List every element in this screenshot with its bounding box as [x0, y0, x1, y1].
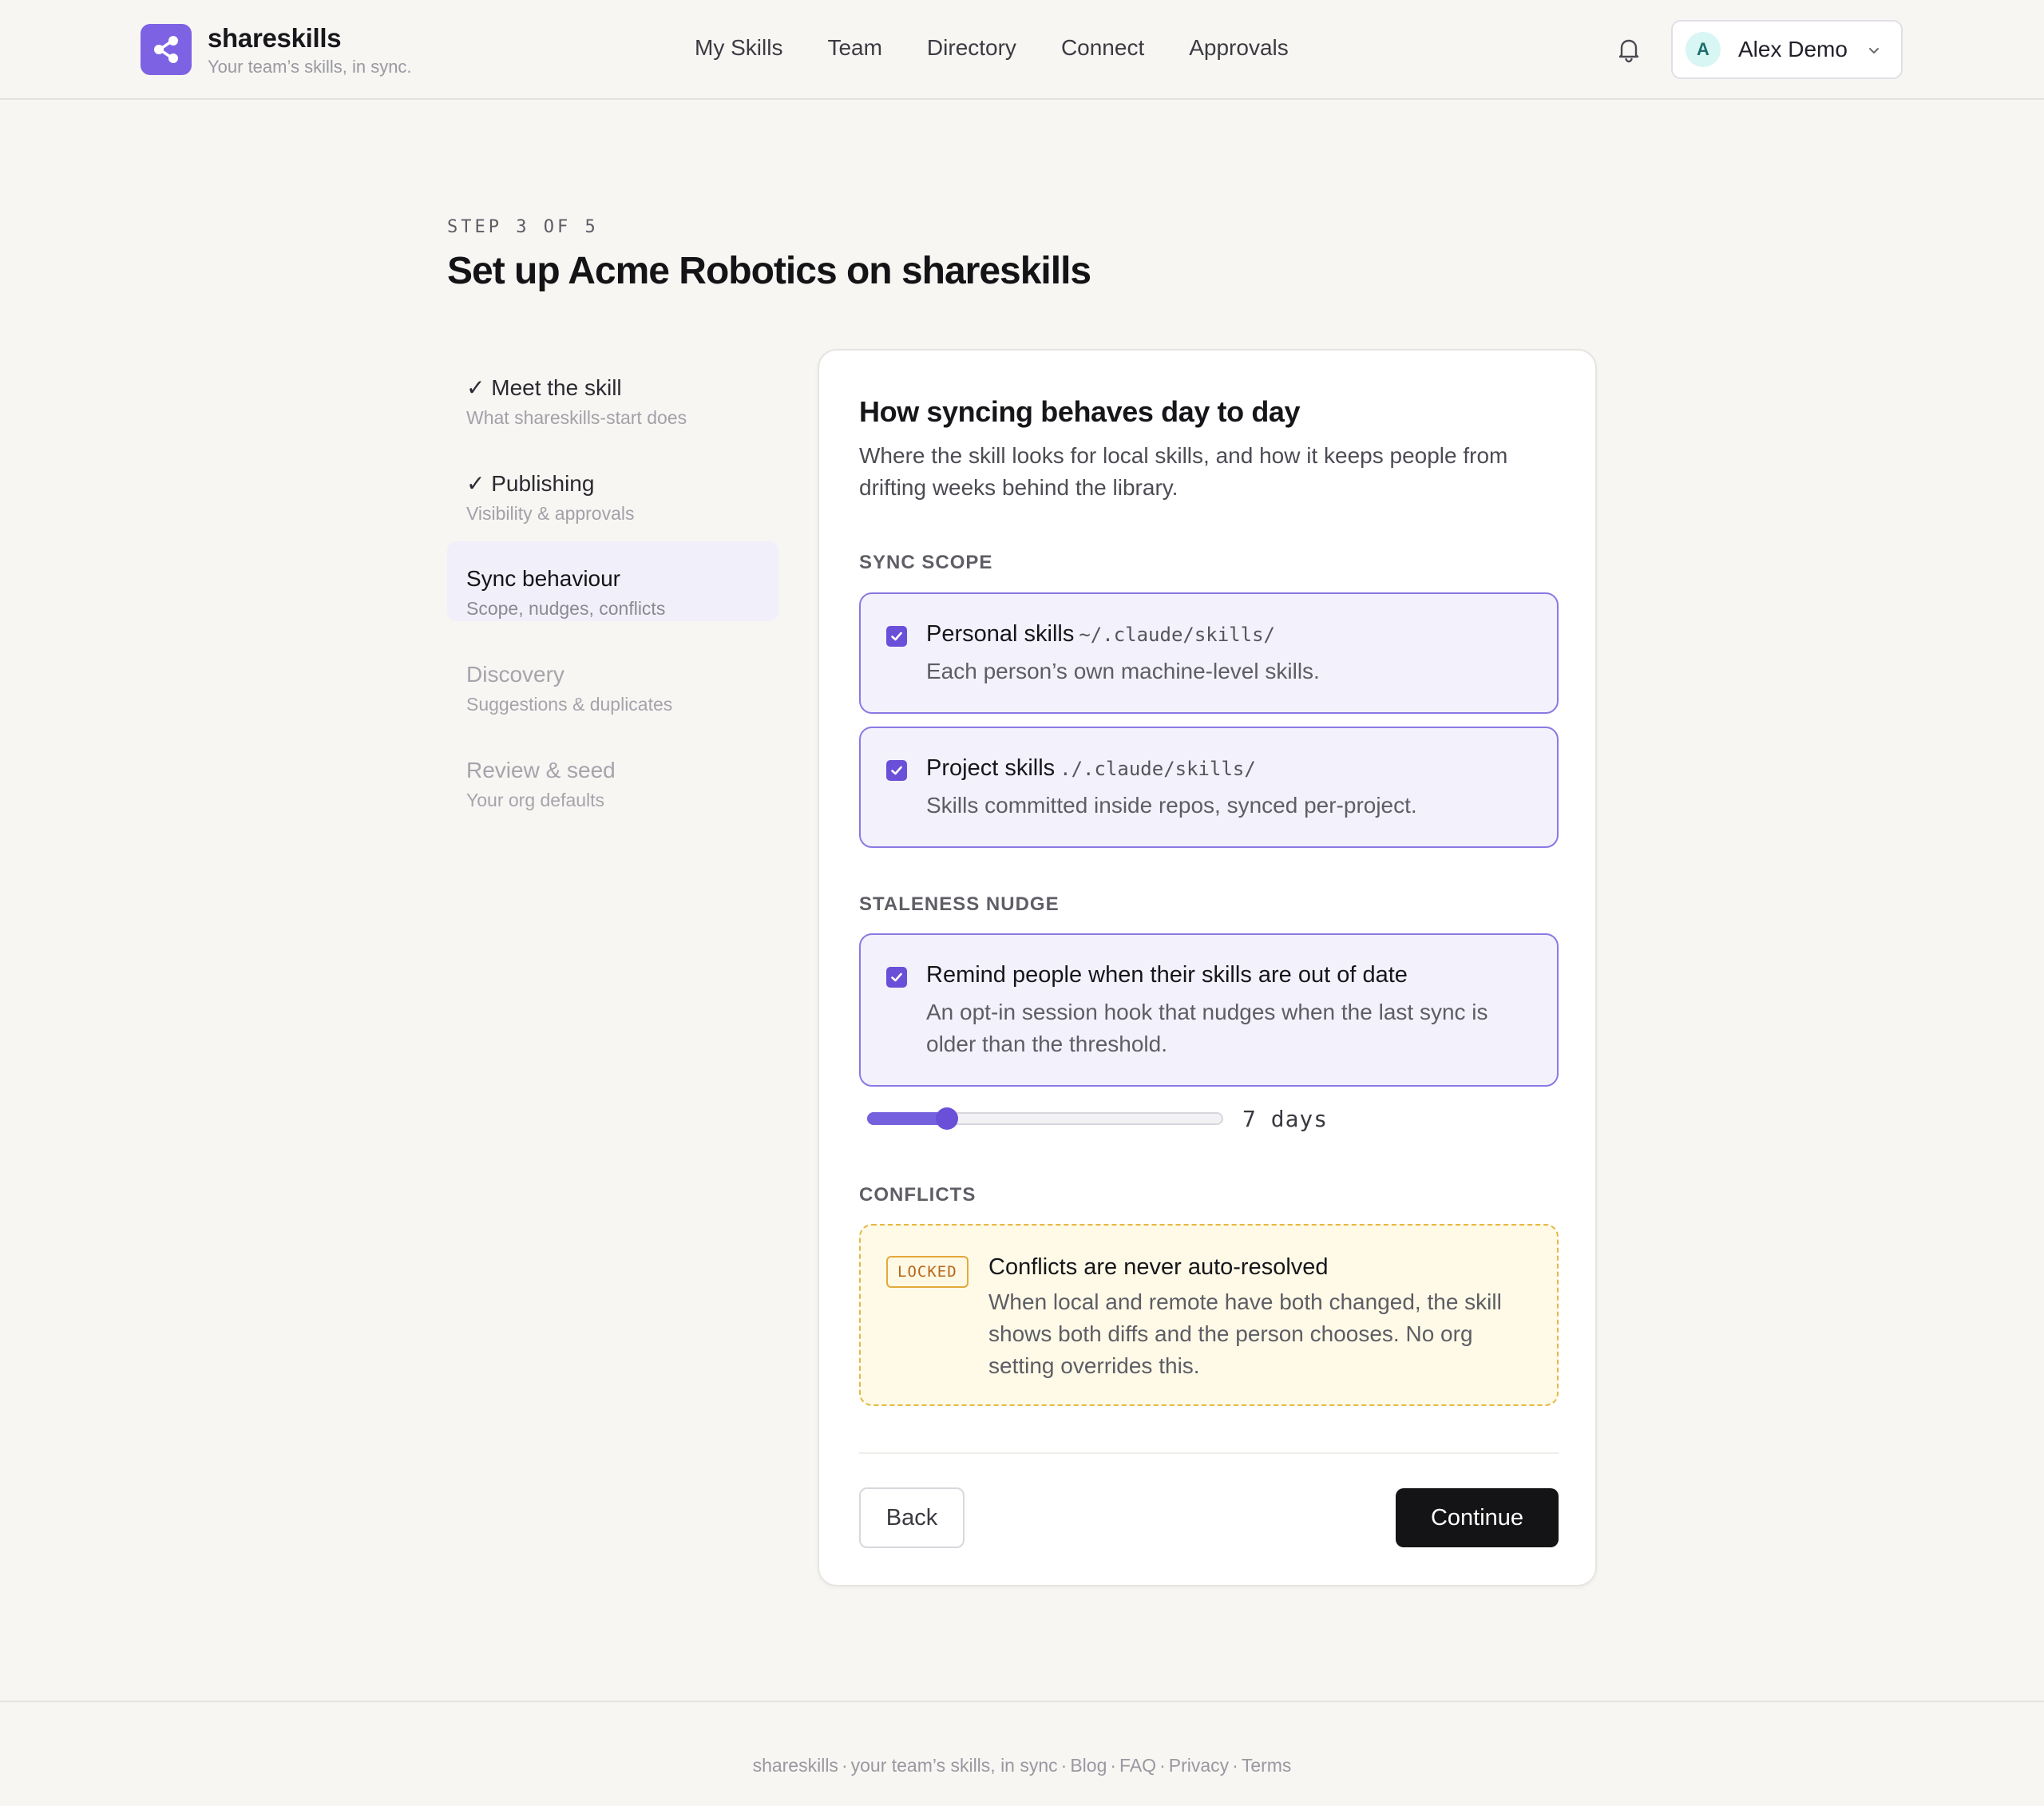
- step-meet-the-skill[interactable]: ✓ Meet the skill What shareskills-start …: [447, 357, 778, 437]
- personal-skills-checkbox[interactable]: [886, 626, 907, 647]
- option-description: Each person’s own machine-level skills.: [926, 659, 1320, 683]
- step-publishing[interactable]: ✓ Publishing Visibility & approvals: [447, 453, 778, 533]
- page-footer: shareskills · your team’s skills, in syn…: [0, 1701, 2044, 1806]
- footer-separator: ·: [841, 1755, 848, 1776]
- bell-icon[interactable]: [1614, 35, 1643, 64]
- footer-tagline: your team’s skills, in sync: [850, 1755, 1058, 1776]
- personal-skills-option[interactable]: Personal skills ~/.claude/skills/ Each pe…: [859, 592, 1559, 714]
- brand-tagline: Your team’s skills, in sync.: [208, 57, 412, 77]
- step-sync-behaviour[interactable]: Sync behaviour Scope, nudges, conflicts: [447, 541, 778, 621]
- conflicts-locked-box: LOCKED Conflicts are never auto-resolved…: [859, 1224, 1559, 1406]
- footer-link-privacy[interactable]: Privacy: [1169, 1755, 1229, 1776]
- option-title-text: Personal skills: [926, 621, 1075, 647]
- option-title: Personal skills ~/.claude/skills/: [926, 621, 1275, 648]
- step-subtitle: Scope, nudges, conflicts: [466, 598, 666, 619]
- brand-name[interactable]: shareskills: [208, 23, 342, 53]
- step-subtitle: Your org defaults: [466, 790, 605, 810]
- user-menu-button[interactable]: A Alex Demo: [1671, 20, 1903, 79]
- option-description: Skills committed inside repos, synced pe…: [926, 793, 1417, 818]
- staleness-nudge-option[interactable]: Remind people when their skills are out …: [859, 933, 1559, 1087]
- option-description: An opt-in session hook that nudges when …: [926, 1000, 1488, 1056]
- footer-separator: ·: [1159, 1755, 1166, 1776]
- staleness-nudge-label: STALENESS NUDGE: [859, 893, 1060, 915]
- step-title: ✓ Meet the skill: [466, 375, 622, 400]
- step-title: Discovery: [466, 662, 564, 687]
- step-title: ✓ Publishing: [466, 471, 595, 496]
- footer-separator: ·: [1060, 1755, 1068, 1776]
- footer-link-blog[interactable]: Blog: [1070, 1755, 1107, 1776]
- step-review-and-seed[interactable]: Review & seed Your org defaults: [447, 740, 778, 820]
- project-skills-option[interactable]: Project skills ./.claude/skills/ Skills c…: [859, 727, 1559, 848]
- option-title: Remind people when their skills are out …: [926, 962, 1408, 988]
- conflicts-description: When local and remote have both changed,…: [988, 1289, 1502, 1378]
- card-title: How syncing behaves day to day: [859, 395, 1301, 428]
- locked-badge: LOCKED: [886, 1256, 969, 1288]
- nav-my-skills[interactable]: My Skills: [695, 35, 782, 61]
- back-button[interactable]: Back: [859, 1487, 965, 1548]
- conflicts-title: Conflicts are never auto-resolved: [988, 1254, 1329, 1280]
- nav-approvals[interactable]: Approvals: [1189, 35, 1289, 61]
- footer-separator: ·: [1110, 1755, 1117, 1776]
- step-indicator: STEP 3 OF 5: [447, 217, 599, 237]
- step-discovery[interactable]: Discovery Suggestions & duplicates: [447, 644, 778, 724]
- option-title-text: Project skills: [926, 755, 1056, 781]
- nav-connect[interactable]: Connect: [1061, 35, 1144, 61]
- sync-scope-label: SYNC SCOPE: [859, 552, 993, 573]
- continue-button[interactable]: Continue: [1396, 1488, 1559, 1547]
- step-title: Review & seed: [466, 758, 616, 782]
- page-title: Set up Acme Robotics on shareskills: [447, 250, 1091, 292]
- step-subtitle: What shareskills-start does: [466, 407, 687, 428]
- chevron-down-icon: [1869, 48, 1879, 53]
- step-subtitle: Suggestions & duplicates: [466, 694, 673, 715]
- share-logo-icon[interactable]: [141, 24, 192, 75]
- main-nav: My Skills Team Directory Connect Approva…: [695, 35, 1289, 61]
- footer-link-faq[interactable]: FAQ: [1119, 1755, 1156, 1776]
- project-skills-checkbox[interactable]: [886, 760, 907, 781]
- staleness-nudge-checkbox[interactable]: [886, 967, 907, 988]
- step-title: Sync behaviour: [466, 566, 621, 591]
- option-path: ~/.claude/skills/: [1079, 624, 1275, 646]
- card-description: Where the skill looks for local skills, …: [859, 443, 1508, 500]
- top-header: shareskills Your team’s skills, in sync.…: [0, 0, 2044, 100]
- card-divider: [859, 1452, 1559, 1454]
- staleness-slider-value: 7 days: [1242, 1106, 1329, 1132]
- option-path: ./.claude/skills/: [1060, 758, 1256, 780]
- footer-links: shareskills · your team’s skills, in syn…: [0, 1755, 2044, 1776]
- conflicts-label: CONFLICTS: [859, 1184, 976, 1206]
- user-name: Alex Demo: [1738, 37, 1848, 61]
- footer-brand: shareskills: [752, 1755, 838, 1776]
- sync-settings-card: How syncing behaves day to day Where the…: [818, 349, 1597, 1586]
- nav-team[interactable]: Team: [827, 35, 881, 61]
- footer-separator: ·: [1232, 1755, 1238, 1776]
- avatar: A: [1686, 32, 1721, 67]
- step-subtitle: Visibility & approvals: [466, 503, 635, 524]
- footer-link-terms[interactable]: Terms: [1242, 1755, 1292, 1776]
- option-title: Project skills ./.claude/skills/: [926, 755, 1256, 782]
- staleness-slider-thumb[interactable]: [936, 1107, 958, 1130]
- nav-directory[interactable]: Directory: [927, 35, 1016, 61]
